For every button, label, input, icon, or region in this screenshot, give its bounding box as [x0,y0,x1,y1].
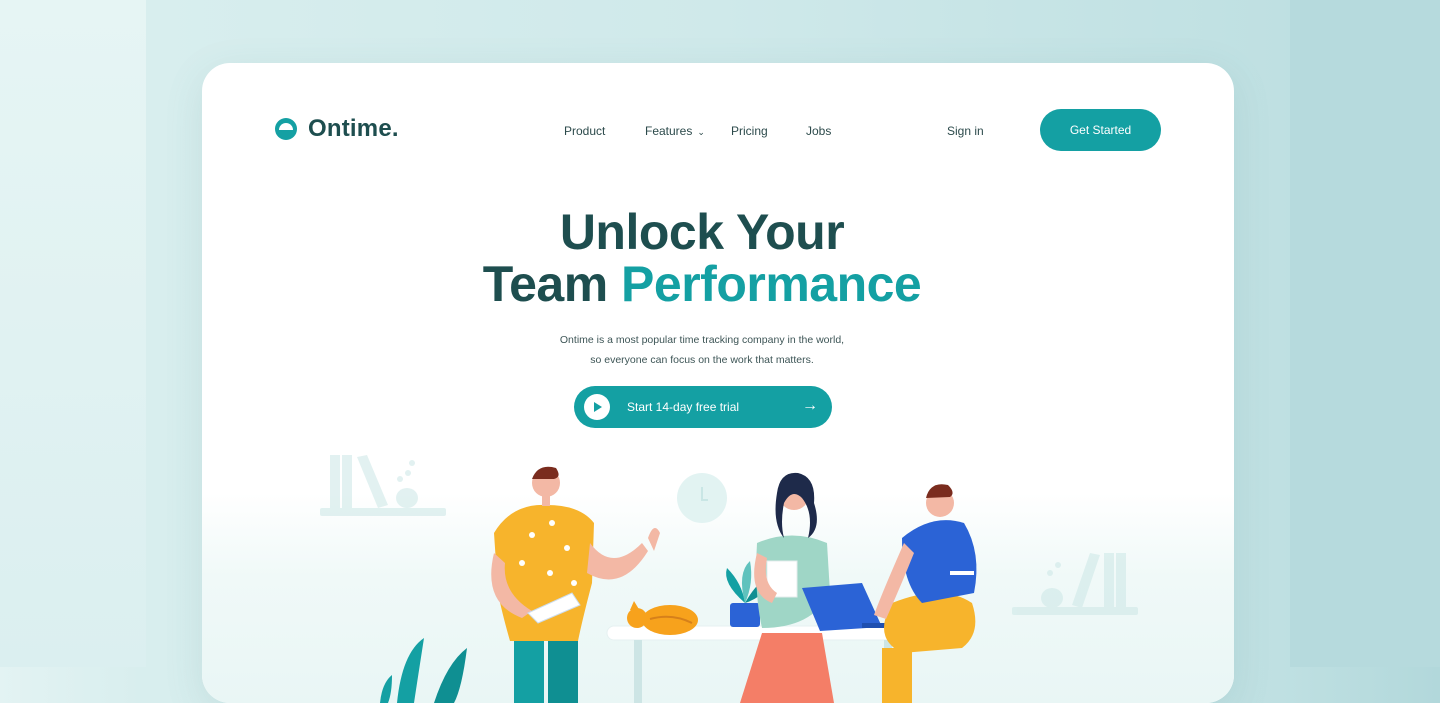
sign-in-link[interactable]: Sign in [947,124,984,138]
landing-card: Ontime. Product Features ⌄ Pricing Jobs S… [202,63,1234,703]
hero-subtitle: Ontime is a most popular time tracking c… [202,330,1202,370]
plant-leaves [380,638,467,703]
right-band [1290,0,1440,667]
start-trial-button[interactable]: Start 14-day free trial → [574,386,832,428]
start-trial-label: Start 14-day free trial [627,400,740,414]
get-started-button[interactable]: Get Started [1040,109,1161,151]
logo-text: Ontime. [308,115,399,142]
play-icon [584,394,610,420]
hero-title-line1: Unlock Your [559,204,845,260]
hero-title-line2: Team Performance [202,258,1202,310]
bookshelf-right [1012,553,1138,615]
bookshelf-left [320,455,446,516]
team-working-illustration [320,455,1138,703]
hero-title: Unlock Your Team Performance [202,206,1202,310]
nav-item-features-label: Features [645,124,693,138]
hero: Unlock Your Team Performance Ontime is a… [202,206,1202,370]
nav-item-product[interactable]: Product [564,124,605,138]
hero-title-team: Team [482,256,622,312]
nav-item-jobs[interactable]: Jobs [806,124,831,138]
hero-subtitle-line2: so everyone can focus on the work that m… [590,354,814,366]
logo[interactable]: Ontime. [275,115,399,143]
man-seated [874,484,977,703]
nav-item-pricing[interactable]: Pricing [731,124,768,138]
nav-item-features[interactable]: Features ⌄ [645,124,705,138]
chevron-down-icon: ⌄ [697,127,705,137]
hero-subtitle-line1: Ontime is a most popular time tracking c… [559,334,845,346]
hero-title-performance: Performance [621,256,922,312]
left-band [0,0,146,667]
logo-icon [275,118,297,140]
arrow-right-icon: → [802,397,818,414]
page-background: Ontime. Product Features ⌄ Pricing Jobs S… [0,0,1440,703]
